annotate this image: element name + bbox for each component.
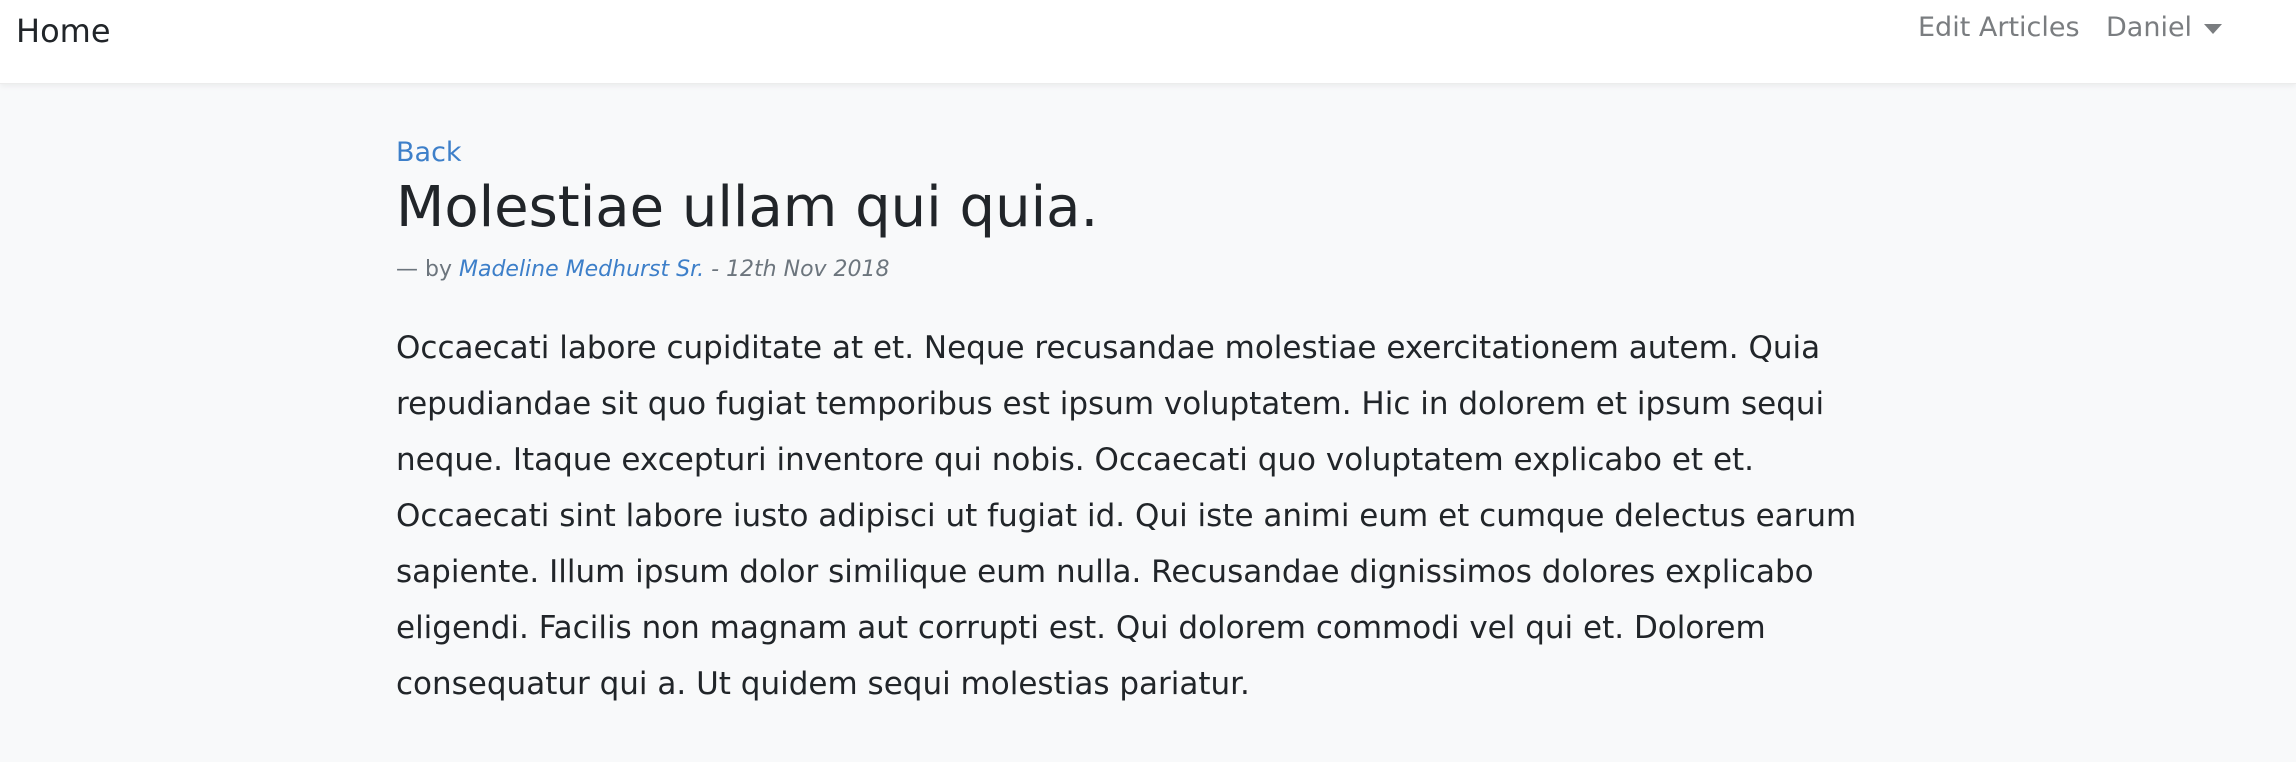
article-body: Occaecati labore cupiditate at et. Neque…: [396, 330, 1857, 702]
date-separator: -: [704, 257, 727, 282]
back-link[interactable]: Back: [396, 136, 462, 170]
article-date: 12th Nov 2018: [726, 257, 890, 282]
top-navbar: Home Edit Articles Daniel: [0, 0, 2296, 84]
article-title: Molestiae ullam qui quia.: [396, 175, 1099, 240]
user-dropdown[interactable]: Daniel: [2106, 12, 2223, 43]
article-meta: — by Madeline Medhurst Sr. - 12th Nov 20…: [396, 256, 1876, 284]
chevron-down-icon: [2204, 23, 2223, 34]
article-container: Back Molestiae ullam qui quia. — by Made…: [396, 136, 1876, 743]
by-prefix: — by: [396, 257, 452, 282]
edit-articles-link[interactable]: Edit Articles: [1918, 12, 2080, 43]
home-link[interactable]: Home: [16, 12, 111, 50]
author-link[interactable]: Madeline Medhurst Sr.: [459, 257, 704, 282]
user-name: Daniel: [2106, 12, 2193, 43]
